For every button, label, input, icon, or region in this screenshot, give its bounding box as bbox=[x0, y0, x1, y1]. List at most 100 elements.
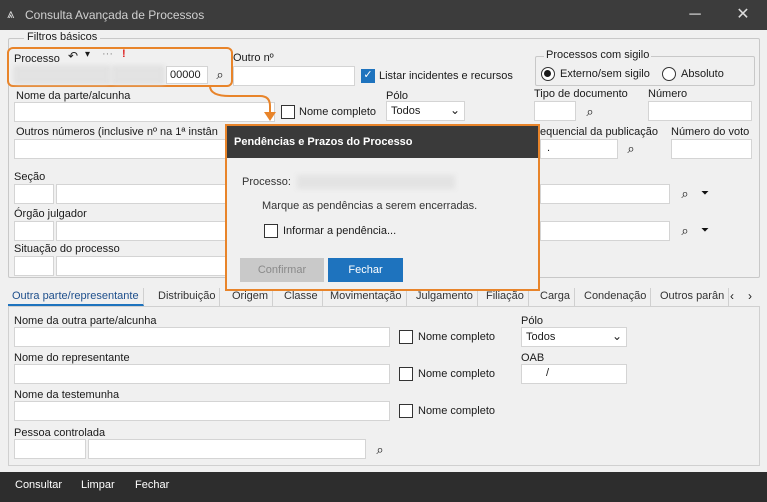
search-icon[interactable]: ⌕ bbox=[212, 67, 228, 83]
more-icon[interactable]: ··· bbox=[102, 48, 113, 60]
pessoa-code-field[interactable] bbox=[14, 439, 86, 459]
window-title: Consulta Avançada de Processos bbox=[25, 8, 205, 22]
outro-field[interactable] bbox=[233, 66, 355, 86]
nome-parte-label: Nome da parte/alcunha bbox=[16, 90, 131, 102]
situacao-code-field[interactable] bbox=[14, 256, 54, 276]
callout-arrow bbox=[209, 85, 276, 121]
confirmar-button[interactable]: Confirmar bbox=[240, 258, 324, 282]
orgao-field[interactable] bbox=[56, 221, 226, 241]
processo-number-blurred-2 bbox=[112, 66, 164, 84]
tab-outra-parte[interactable]: Outra parte/representante bbox=[8, 288, 144, 306]
nome-completo-checkbox[interactable] bbox=[281, 105, 295, 119]
numero-label: Número bbox=[648, 88, 688, 100]
tab-distribuicao[interactable]: Distribuição bbox=[154, 288, 221, 306]
secao-code-field[interactable] bbox=[14, 184, 54, 204]
consultar-button[interactable]: Consultar bbox=[15, 479, 62, 491]
alert-icon: ! bbox=[122, 48, 126, 60]
tabs-scroll-left-icon[interactable]: ‹ bbox=[730, 289, 734, 303]
undo-icon[interactable]: ↶ bbox=[68, 49, 78, 63]
search-icon[interactable]: ⌕ bbox=[677, 223, 693, 239]
lower-polo-select[interactable]: Todos ⌄ bbox=[521, 327, 627, 347]
representante-label: Nome do representante bbox=[14, 352, 130, 364]
filter-icon[interactable]: ⏷ bbox=[697, 186, 713, 202]
app-logo-icon: ⩓ bbox=[7, 6, 15, 21]
nome-completo-label: Nome completo bbox=[299, 106, 377, 118]
testemunha-label: Nome da testemunha bbox=[14, 389, 120, 401]
orgao-code-field[interactable] bbox=[14, 221, 54, 241]
secao-label: Seção bbox=[14, 171, 46, 183]
dialog-processo-value-blurred bbox=[297, 175, 455, 189]
title-bar: ⩓ Consulta Avançada de Processos ─ ✕ bbox=[0, 0, 767, 30]
orgao-label: Órgão julgador bbox=[14, 208, 87, 220]
filters-section-label: Filtros básicos bbox=[24, 31, 101, 43]
sigilo-externo-radio[interactable] bbox=[541, 67, 555, 81]
secao-field[interactable] bbox=[56, 184, 226, 204]
informar-checkbox[interactable] bbox=[264, 224, 278, 238]
dialog-fechar-button[interactable]: Fechar bbox=[328, 258, 403, 282]
search-icon[interactable]: ⌕ bbox=[677, 186, 693, 202]
pessoa-label: Pessoa controlada bbox=[14, 427, 106, 439]
testemunha-nome-completo-checkbox[interactable] bbox=[399, 404, 413, 418]
filter-icon[interactable]: ⏷ bbox=[697, 223, 713, 239]
tab-carga[interactable]: Carga bbox=[536, 288, 575, 306]
outra-parte-label: Nome da outra parte/alcunha bbox=[14, 315, 157, 327]
outra-parte-nome-completo-label: Nome completo bbox=[418, 331, 496, 343]
processo-number-blurred bbox=[14, 66, 110, 84]
seq-pub-field[interactable]: . bbox=[540, 139, 618, 159]
search-icon[interactable]: ⌕ bbox=[372, 442, 388, 458]
informar-label: Informar a pendência... bbox=[283, 225, 397, 237]
chevron-down-icon: ⌄ bbox=[449, 103, 460, 117]
listar-checkbox[interactable]: ✓ bbox=[361, 69, 375, 83]
pessoa-field[interactable] bbox=[88, 439, 366, 459]
tipo-doc-field[interactable] bbox=[534, 101, 576, 121]
chevron-down-icon: ⌄ bbox=[611, 329, 622, 343]
limpar-button[interactable]: Limpar bbox=[81, 479, 115, 491]
outra-parte-nome-completo-checkbox[interactable] bbox=[399, 330, 413, 344]
sigilo-group-label: Processos com sigilo bbox=[544, 49, 652, 61]
polo-value: Todos bbox=[391, 105, 421, 117]
dialog-title: Pendências e Prazos do Processo bbox=[227, 126, 538, 158]
processo-label: Processo bbox=[14, 53, 60, 65]
tab-outros-param[interactable]: Outros parân bbox=[656, 288, 730, 306]
bottom-toolbar: Consultar Limpar Fechar bbox=[0, 472, 767, 502]
numero-field[interactable] bbox=[648, 101, 752, 121]
testemunha-nome-completo-label: Nome completo bbox=[418, 405, 496, 417]
dialog-processo-label: Processo: bbox=[242, 176, 291, 188]
orgao-field-right[interactable] bbox=[540, 221, 670, 241]
sigilo-externo-label: Externo/sem sigilo bbox=[560, 68, 650, 80]
polo-select[interactable]: Todos ⌄ bbox=[386, 101, 465, 121]
secao-field-right[interactable] bbox=[540, 184, 670, 204]
representante-field[interactable] bbox=[14, 364, 390, 384]
chevron-down-icon[interactable]: ▾ bbox=[85, 49, 90, 60]
seq-pub-label: equencial da publicação bbox=[540, 126, 659, 138]
sigilo-absoluto-label: Absoluto bbox=[681, 68, 724, 80]
processo-field[interactable]: 00000 bbox=[166, 66, 208, 84]
oab-field[interactable]: / bbox=[521, 364, 627, 384]
fechar-button[interactable]: Fechar bbox=[135, 479, 169, 491]
oab-label: OAB bbox=[521, 352, 545, 364]
testemunha-field[interactable] bbox=[14, 401, 390, 421]
situacao-label: Situação do processo bbox=[14, 243, 120, 255]
outros-numeros-field[interactable] bbox=[14, 139, 226, 159]
tab-condenacao[interactable]: Condenação bbox=[580, 288, 652, 306]
search-icon[interactable]: ⌕ bbox=[582, 104, 598, 120]
tabs-scroll-right-icon[interactable]: › bbox=[748, 289, 752, 303]
situacao-field[interactable] bbox=[56, 256, 226, 276]
dialog-instruction: Marque as pendências a serem encerradas. bbox=[262, 200, 478, 212]
lower-polo-label: Pólo bbox=[521, 315, 544, 327]
outra-parte-field[interactable] bbox=[14, 327, 390, 347]
lower-polo-value: Todos bbox=[526, 331, 556, 343]
numero-voto-label: Número do voto bbox=[671, 126, 750, 138]
outro-label: Outro nº bbox=[233, 52, 274, 64]
tipo-doc-label: Tipo de documento bbox=[534, 88, 628, 100]
search-icon[interactable]: ⌕ bbox=[623, 141, 639, 157]
pendencias-dialog: Pendências e Prazos do Processo Processo… bbox=[225, 124, 540, 291]
sigilo-absoluto-radio[interactable] bbox=[662, 67, 676, 81]
numero-voto-field[interactable] bbox=[671, 139, 752, 159]
representante-nome-completo-checkbox[interactable] bbox=[399, 367, 413, 381]
listar-label: Listar incidentes e recursos bbox=[379, 70, 513, 82]
representante-nome-completo-label: Nome completo bbox=[418, 368, 496, 380]
minimize-button[interactable]: ─ bbox=[680, 5, 710, 25]
outros-numeros-label: Outros números (inclusive nº na 1ª instâ… bbox=[16, 126, 218, 138]
close-window-button[interactable]: ✕ bbox=[728, 5, 758, 25]
